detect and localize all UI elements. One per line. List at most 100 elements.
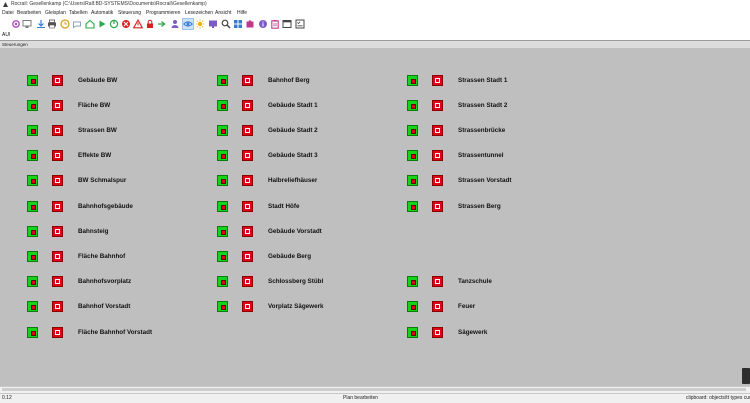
off-button[interactable]	[52, 276, 63, 288]
on-button[interactable]	[407, 124, 418, 136]
off-button[interactable]	[242, 175, 253, 187]
on-button[interactable]	[27, 225, 38, 237]
scrollbar-thumb[interactable]	[2, 388, 746, 391]
off-button[interactable]	[432, 150, 443, 162]
off-button[interactable]	[432, 99, 443, 111]
on-button[interactable]	[27, 150, 38, 162]
on-button[interactable]	[217, 99, 228, 111]
off-button[interactable]	[242, 74, 253, 86]
lock-button[interactable]	[145, 19, 155, 29]
gear-button[interactable]	[11, 19, 21, 29]
person-button[interactable]	[170, 19, 180, 29]
sun-button[interactable]	[195, 19, 205, 29]
on-button[interactable]	[27, 124, 38, 136]
off-button[interactable]	[432, 124, 443, 136]
on-button[interactable]	[217, 150, 228, 162]
off-button[interactable]	[242, 150, 253, 162]
on-button[interactable]	[407, 200, 418, 212]
home-button[interactable]	[85, 19, 95, 29]
menu-bearbeiten[interactable]: Bearbeiten	[17, 9, 41, 17]
menu-gleisplan[interactable]: Gleisplan	[45, 9, 66, 17]
off-indicator-icon	[435, 203, 440, 209]
off-button[interactable]	[432, 175, 443, 187]
menu-steuerung[interactable]: Steuerung	[118, 9, 141, 17]
zoom-button[interactable]	[221, 19, 231, 29]
off-button[interactable]	[242, 99, 253, 111]
off-button[interactable]	[242, 200, 253, 212]
off-button[interactable]	[432, 326, 443, 338]
on-button[interactable]	[407, 301, 418, 313]
menu-datei[interactable]: Datei	[2, 9, 14, 17]
off-button[interactable]	[242, 276, 253, 288]
puzzle-button[interactable]	[245, 19, 255, 29]
off-button[interactable]	[242, 301, 253, 313]
vertical-scroll-handle[interactable]	[742, 368, 750, 384]
eye-button[interactable]	[182, 18, 194, 30]
off-button[interactable]	[242, 250, 253, 262]
off-button[interactable]	[52, 301, 63, 313]
window-button[interactable]	[282, 19, 292, 29]
checklist-button[interactable]	[295, 19, 305, 29]
off-button[interactable]	[242, 225, 253, 237]
play-button[interactable]	[97, 19, 107, 29]
warning-button[interactable]	[133, 19, 143, 29]
arrow-button[interactable]	[157, 19, 167, 29]
off-button[interactable]	[432, 74, 443, 86]
on-button[interactable]	[27, 301, 38, 313]
printer-button[interactable]	[47, 19, 57, 29]
menu-ansicht[interactable]: Ansicht	[215, 9, 231, 17]
throttle-button[interactable]	[72, 19, 82, 29]
stop-button[interactable]	[121, 19, 131, 29]
on-button[interactable]	[217, 301, 228, 313]
on-button[interactable]	[27, 99, 38, 111]
on-button[interactable]	[407, 99, 418, 111]
on-button[interactable]	[217, 175, 228, 187]
on-button[interactable]	[217, 74, 228, 86]
on-button[interactable]	[407, 326, 418, 338]
download-button[interactable]	[36, 19, 46, 29]
off-button[interactable]	[52, 175, 63, 187]
on-button[interactable]	[27, 326, 38, 338]
off-button[interactable]	[432, 276, 443, 288]
off-button[interactable]	[52, 225, 63, 237]
on-button[interactable]	[217, 200, 228, 212]
on-button[interactable]	[217, 276, 228, 288]
on-button[interactable]	[27, 200, 38, 212]
on-button[interactable]	[407, 276, 418, 288]
tab-aui[interactable]: AUI	[2, 31, 10, 40]
on-button[interactable]	[217, 225, 228, 237]
grid-button[interactable]	[233, 19, 243, 29]
off-button[interactable]	[432, 200, 443, 212]
off-button[interactable]	[432, 301, 443, 313]
menu-lesezeichen[interactable]: Lesezeichen	[185, 9, 213, 17]
on-button[interactable]	[407, 150, 418, 162]
display-button[interactable]	[208, 19, 218, 29]
off-button[interactable]	[52, 200, 63, 212]
off-button[interactable]	[52, 326, 63, 338]
menu-programmieren[interactable]: Programmieren	[146, 9, 180, 17]
on-button[interactable]	[27, 250, 38, 262]
on-button[interactable]	[217, 250, 228, 262]
control-label: Bahnsteig	[78, 227, 109, 235]
menu-automatik[interactable]: Automatik	[91, 9, 113, 17]
clock-button[interactable]	[60, 19, 70, 29]
on-button[interactable]	[27, 175, 38, 187]
on-button[interactable]	[27, 74, 38, 86]
on-button[interactable]	[27, 276, 38, 288]
on-button[interactable]	[407, 74, 418, 86]
off-button[interactable]	[52, 124, 63, 136]
power-button[interactable]	[109, 19, 119, 29]
on-button[interactable]	[407, 175, 418, 187]
info-button[interactable]	[258, 19, 268, 29]
off-button[interactable]	[242, 124, 253, 136]
on-button[interactable]	[217, 124, 228, 136]
off-button[interactable]	[52, 250, 63, 262]
horizontal-scrollbar[interactable]	[0, 386, 750, 393]
off-button[interactable]	[52, 150, 63, 162]
off-button[interactable]	[52, 74, 63, 86]
menu-tabellen[interactable]: Tabellen	[69, 9, 88, 17]
off-button[interactable]	[52, 99, 63, 111]
menu-hilfe[interactable]: Hilfe	[237, 9, 247, 17]
clipboard-button[interactable]	[270, 19, 280, 29]
monitor-button[interactable]	[22, 19, 32, 29]
